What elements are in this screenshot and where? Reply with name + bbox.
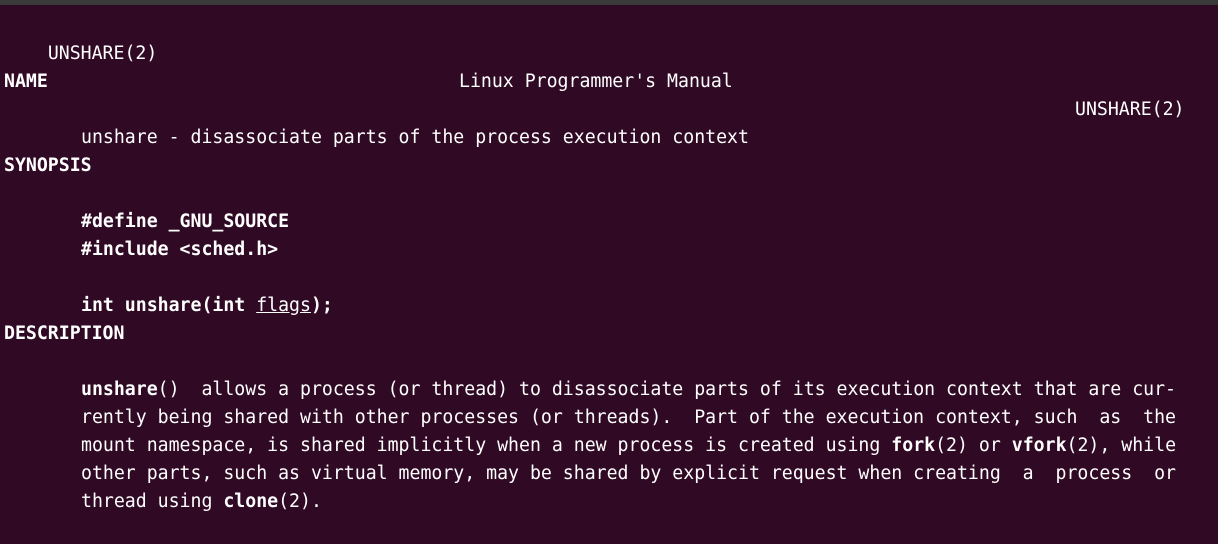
header-left: UNSHARE(2) bbox=[47, 43, 158, 64]
description-line-5: thread using clone(2). bbox=[0, 460, 322, 512]
description-l3-b: (2) or bbox=[935, 435, 1012, 456]
man-header: UNSHARE(2) Linux Programmer's Manual UNS… bbox=[4, 12, 1204, 120]
description-line-3: mount namespace, is shared implicitly wh… bbox=[0, 404, 1176, 456]
description-l2: rently being shared with other processes… bbox=[81, 407, 1176, 428]
name-line: unshare - disassociate parts of the proc… bbox=[0, 96, 749, 148]
description-l5-a: thread using bbox=[81, 491, 224, 512]
description-l4: other parts, such as virtual memory, may… bbox=[81, 463, 1176, 484]
synopsis-prototype-line: int unshare(int flags); bbox=[0, 264, 333, 316]
description-line-4: other parts, such as virtual memory, may… bbox=[0, 432, 1176, 484]
description-l5-b: (2). bbox=[278, 491, 322, 512]
description-line-3-text: mount namespace, is shared implicitly wh… bbox=[81, 432, 1176, 460]
synopsis-include-line: #include <sched.h> bbox=[0, 208, 278, 260]
section-heading-synopsis: SYNOPSIS bbox=[4, 155, 92, 176]
synopsis-include: #include <sched.h> bbox=[81, 239, 279, 260]
name-text: unshare - disassociate parts of the proc… bbox=[81, 127, 749, 148]
func-clone: clone bbox=[223, 491, 279, 512]
description-l3-a: mount namespace, is shared implicitly wh… bbox=[81, 435, 892, 456]
func-fork: fork bbox=[891, 435, 936, 456]
proto-suffix: ); bbox=[310, 295, 333, 316]
func-unshare: unshare bbox=[81, 379, 158, 400]
terminal-window[interactable]: UNSHARE(2) Linux Programmer's Manual UNS… bbox=[0, 0, 1218, 512]
func-vfork: vfork bbox=[1011, 435, 1067, 456]
description-line-1: unshare() allows a process (or thread) t… bbox=[0, 348, 1176, 400]
proto-arg: flags bbox=[256, 295, 311, 316]
proto-prefix: int unshare(int bbox=[81, 295, 257, 316]
description-l1-rest: () allows a process (or thread) to disas… bbox=[157, 379, 1176, 400]
synopsis-define-line: #define _GNU_SOURCE bbox=[0, 180, 289, 232]
description-line-2: rently being shared with other processes… bbox=[0, 376, 1176, 428]
section-heading-description: DESCRIPTION bbox=[4, 323, 125, 344]
header-center: Linux Programmer's Manual bbox=[459, 71, 733, 92]
header-right: UNSHARE(2) bbox=[1075, 99, 1185, 120]
description-l3-c: (2), while bbox=[1066, 435, 1177, 456]
synopsis-prototype: int unshare(int flags); bbox=[81, 292, 333, 320]
description-line-1-text: unshare() allows a process (or thread) t… bbox=[81, 376, 1176, 404]
section-heading-name: NAME bbox=[4, 71, 48, 92]
description-line-5-text: thread using clone(2). bbox=[81, 488, 322, 516]
synopsis-define: #define _GNU_SOURCE bbox=[81, 211, 290, 232]
